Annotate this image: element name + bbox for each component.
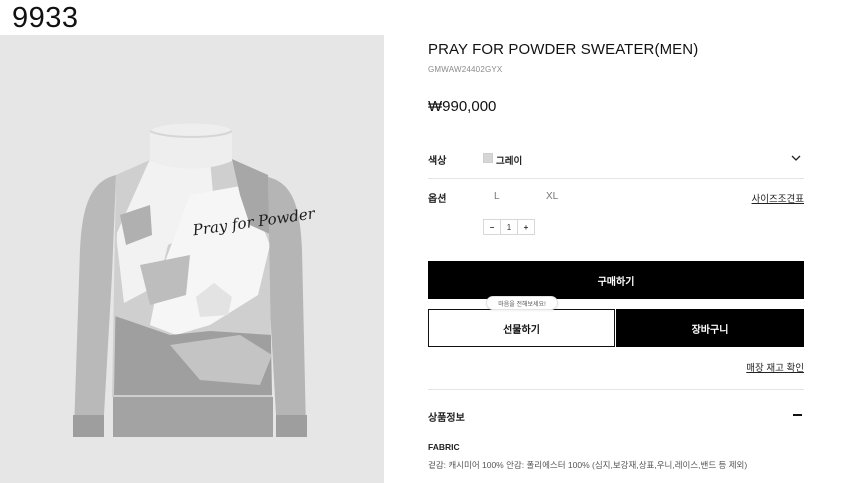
collapse-icon[interactable] (793, 414, 802, 416)
fabric-description: 겉감: 캐시미어 100% 안감: 폴리에스터 100% (심지,보강재,상표,… (428, 460, 748, 470)
product-price: ₩990,000 (428, 98, 497, 115)
quantity-decrease-button[interactable]: − (484, 220, 500, 234)
corner-label: 9933 (12, 2, 79, 34)
buy-button[interactable]: 구매하기 (428, 261, 804, 299)
color-swatch (483, 153, 493, 163)
product-image[interactable]: Pray for Powder (0, 35, 384, 483)
divider (428, 178, 804, 179)
quantity-value[interactable]: 1 (500, 220, 518, 234)
gift-button[interactable]: 선물하기 (428, 309, 615, 347)
divider (428, 389, 804, 390)
quantity-stepper: − 1 + (483, 219, 535, 235)
quantity-increase-button[interactable]: + (518, 220, 534, 234)
color-selector[interactable]: 색상 그레이 (428, 150, 804, 168)
product-title: PRAY FOR POWDER SWEATER(MEN) (428, 41, 699, 58)
size-guide-link[interactable]: 사이즈조견표 (752, 191, 804, 205)
fabric-title: FABRIC (428, 442, 460, 452)
color-value: 그레이 (496, 156, 523, 167)
option-selector: 옵션 L XL 사이즈조견표 (428, 188, 804, 206)
color-label: 색상 (428, 156, 447, 167)
gift-tooltip: 마음을 전해보세요! (486, 296, 558, 310)
product-detail-panel: PRAY FOR POWDER SWEATER(MEN) GMWAW24402G… (428, 0, 804, 483)
sweater-illustration: Pray for Powder (73, 123, 317, 437)
size-option-xl[interactable]: XL (546, 191, 558, 202)
chevron-down-icon[interactable] (790, 152, 802, 164)
store-stock-link[interactable]: 매장 재고 확인 (746, 360, 804, 374)
option-label: 옵션 (428, 194, 447, 205)
size-option-l[interactable]: L (494, 191, 500, 202)
cart-button[interactable]: 장바구니 (616, 309, 804, 347)
product-sku: GMWAW24402GYX (428, 65, 503, 74)
product-info-title[interactable]: 상품정보 (428, 409, 465, 424)
